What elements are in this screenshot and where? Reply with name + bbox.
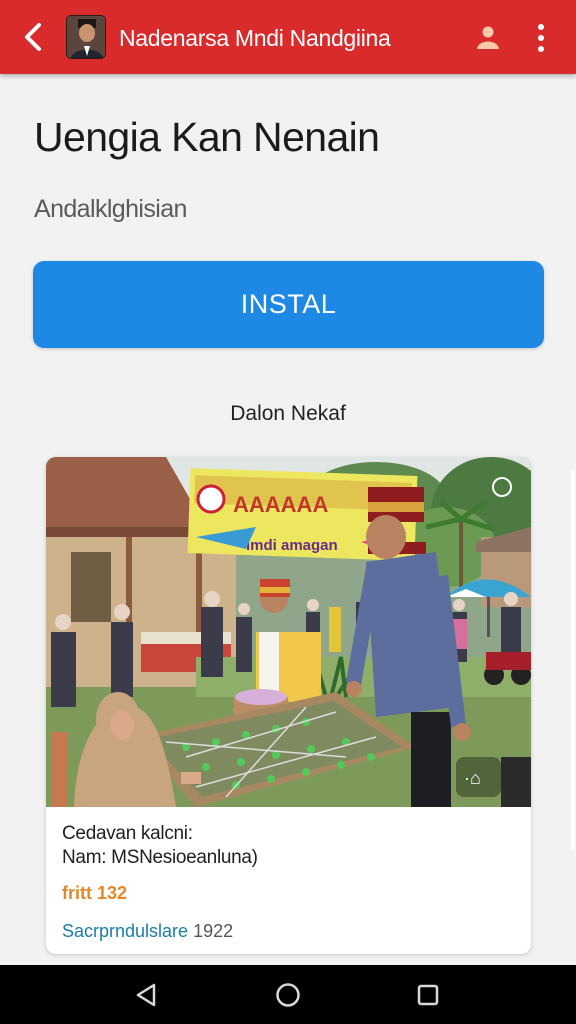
- page-subtitle: Andalklghisian: [34, 195, 187, 223]
- avatar[interactable]: [66, 15, 106, 59]
- section-label: Dalon Nekaf: [230, 402, 346, 425]
- avatar-image: [67, 16, 105, 58]
- card-caption-line1: Cedavan kalcni:: [62, 823, 193, 844]
- nav-recents-icon[interactable]: [414, 981, 442, 1009]
- card-caption-line2: Nam: MSNesioeanluna): [62, 847, 258, 868]
- card-source: Sacrprndulslare 1922: [62, 919, 462, 943]
- svg-text:·⌂: ·⌂: [464, 768, 481, 788]
- banner-text-top: AAAAAA: [233, 492, 328, 517]
- content-card[interactable]: AAAAAA lmdi amagan ·⌂ Cedavan kalcni: Na…: [46, 457, 531, 954]
- banner-text-bottom: lmdi amagan: [246, 537, 338, 554]
- back-arrow-icon[interactable]: [18, 20, 48, 54]
- nav-home-icon[interactable]: [274, 981, 302, 1009]
- system-nav-bar: [0, 965, 576, 1024]
- more-vert-icon[interactable]: [530, 22, 552, 54]
- app-bar: Nadenarsa Mndi Nandgiina: [0, 0, 576, 74]
- event-photo[interactable]: AAAAAA lmdi amagan ·⌂: [46, 457, 531, 807]
- app-title: Nadenarsa Mndi Nandgiina: [119, 25, 391, 51]
- scrollbar[interactable]: [571, 470, 575, 850]
- source-name[interactable]: Sacrprndulslare: [62, 921, 188, 941]
- user-icon[interactable]: [474, 24, 502, 52]
- card-rating: fritt 132: [62, 883, 128, 903]
- page-title: Uengia Kan Nenain: [34, 114, 380, 160]
- nav-back-icon[interactable]: [132, 981, 160, 1009]
- install-button[interactable]: INSTAL: [33, 261, 544, 348]
- source-date: 1922: [193, 921, 234, 941]
